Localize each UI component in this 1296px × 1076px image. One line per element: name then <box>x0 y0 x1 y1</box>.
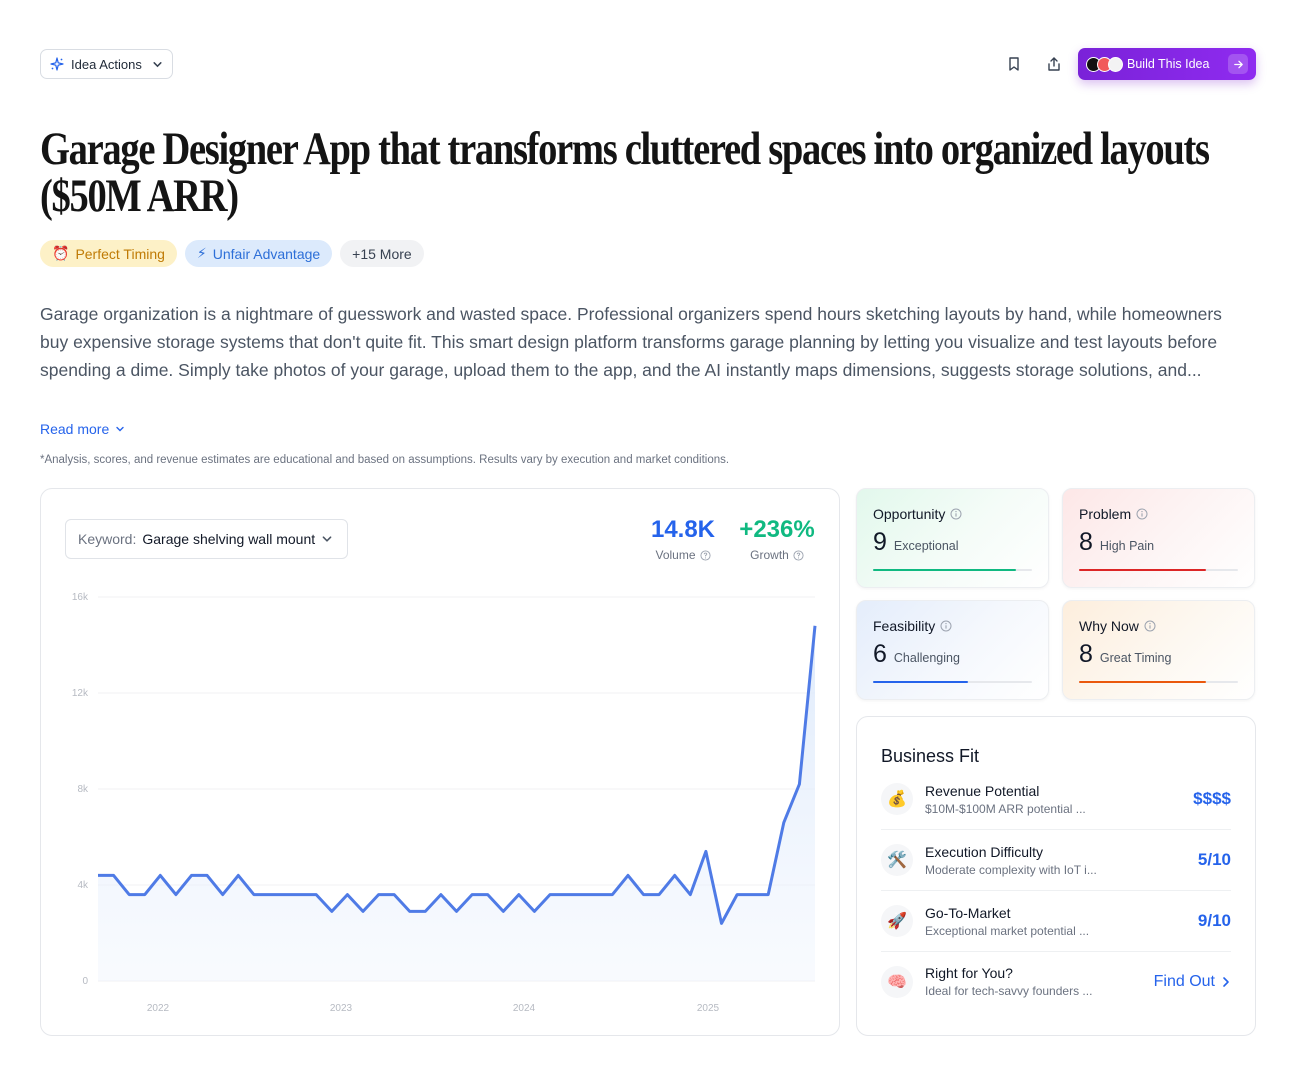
score-value: 9 <box>873 528 887 556</box>
score-bar-fill <box>873 569 1017 571</box>
x-tick-label: 2023 <box>330 1003 353 1014</box>
chevron-down-icon <box>115 424 125 434</box>
fit-desc: Exceptional market potential ... <box>925 923 1090 938</box>
info-icon[interactable] <box>950 508 962 520</box>
read-more-label: Read more <box>40 421 110 437</box>
execution-difficulty-row[interactable]: 🛠️ Execution Difficulty Moderate complex… <box>881 830 1231 891</box>
x-tick-label: 2022 <box>147 1003 170 1014</box>
info-icon[interactable] <box>940 620 952 632</box>
fit-value: $$$$ <box>1193 789 1231 808</box>
bookmark-icon <box>1006 56 1022 72</box>
rocket-icon: 🚀 <box>881 905 913 937</box>
tag-more[interactable]: +15 More <box>340 240 424 267</box>
score-title: Feasibility <box>873 618 936 634</box>
go-to-market-row[interactable]: 🚀 Go-To-Market Exceptional market potent… <box>881 891 1231 952</box>
idea-actions-label: Idea Actions <box>71 56 142 72</box>
bookmark-button[interactable] <box>1000 48 1028 80</box>
info-icon[interactable] <box>1144 620 1156 632</box>
score-label: Challenging <box>893 651 960 665</box>
alarm-clock-icon: ⏰ <box>52 245 70 261</box>
arrow-right-icon <box>1228 54 1248 74</box>
score-bar-fill <box>1079 569 1207 571</box>
score-title: Why Now <box>1079 618 1139 634</box>
fit-value: 9/10 <box>1197 911 1231 930</box>
x-tick-label: 2024 <box>513 1003 536 1014</box>
sparkle-icon <box>50 57 64 71</box>
y-tick-label: 0 <box>82 976 88 987</box>
why-now-card[interactable]: Why Now 8 Great Timing <box>1062 600 1255 700</box>
score-value: 6 <box>873 640 887 668</box>
score-value: 8 <box>1079 640 1093 668</box>
score-label: High Pain <box>1099 539 1155 553</box>
problem-card[interactable]: Problem 8 High Pain <box>1062 488 1255 588</box>
logo-icon <box>1108 56 1123 72</box>
score-title: Opportunity <box>873 506 946 522</box>
score-bar-fill <box>873 681 969 683</box>
fit-name: Right for You? <box>925 965 1013 981</box>
score-value: 8 <box>1079 528 1093 556</box>
score-bar <box>873 681 1032 683</box>
money-bag-icon: 💰 <box>881 783 913 815</box>
score-label: Great Timing <box>1099 651 1172 665</box>
tag-label: Perfect Timing <box>75 245 165 262</box>
score-bar-fill <box>1079 681 1207 683</box>
chevron-down-icon <box>152 59 163 70</box>
trend-chart: 0 4k 8k 12k 16k 2022 2023 2024 2025 <box>72 592 817 1014</box>
build-this-idea-button[interactable]: Build This Idea <box>1078 48 1256 80</box>
brain-icon: 🧠 <box>881 965 913 998</box>
tag-unfair-advantage[interactable]: ⚡ Unfair Advantage <box>184 240 333 267</box>
y-tick-label: 12k <box>72 688 89 699</box>
idea-actions-button[interactable]: Idea Actions <box>40 49 173 79</box>
tools-icon: 🛠️ <box>881 844 913 876</box>
disclaimer: *Analysis, scores, and revenue estimates… <box>40 454 730 466</box>
score-title: Problem <box>1079 506 1132 522</box>
score-bar <box>1079 681 1238 683</box>
tag-perfect-timing[interactable]: ⏰ Perfect Timing <box>40 240 177 267</box>
trend-chart-card: Keyword: Garage shelving wall mount 14.8… <box>40 488 840 1036</box>
score-bar <box>1079 569 1238 571</box>
tag-label: Unfair Advantage <box>212 245 321 262</box>
fit-name: Go-To-Market <box>925 904 1011 921</box>
tag-label: +15 More <box>352 245 412 262</box>
read-more-link[interactable]: Read more <box>40 421 125 437</box>
y-tick-label: 4k <box>77 880 89 891</box>
y-tick-label: 16k <box>72 592 89 603</box>
fit-desc: $10M-$100M ARR potential ... <box>925 801 1086 816</box>
y-tick-label: 8k <box>77 784 89 795</box>
share-button[interactable] <box>1040 48 1068 80</box>
fit-desc: Moderate complexity with IoT i... <box>925 862 1097 877</box>
build-this-idea-label: Build This Idea <box>1127 57 1210 71</box>
info-icon[interactable] <box>1136 508 1148 520</box>
page-title: Garage Designer App that transforms clut… <box>40 123 1210 222</box>
revenue-potential-row[interactable]: 💰 Revenue Potential $10M-$100M ARR poten… <box>881 769 1231 830</box>
idea-description: Garage organization is a nightmare of gu… <box>40 304 1222 380</box>
feasibility-card[interactable]: Feasibility 6 Challenging <box>856 600 1049 700</box>
fit-name: Execution Difficulty <box>925 843 1044 860</box>
score-bar <box>873 569 1032 571</box>
opportunity-card[interactable]: Opportunity 9 Exceptional <box>856 488 1049 588</box>
find-out-label: Find Out <box>1153 972 1215 990</box>
share-icon <box>1046 56 1062 72</box>
right-for-you-row[interactable]: 🧠 Right for You? Ideal for tech-savvy fo… <box>881 951 1231 1012</box>
x-tick-label: 2025 <box>697 1003 720 1014</box>
chevron-right-icon <box>1221 976 1231 988</box>
chart-area <box>98 625 815 981</box>
business-fit-card: Business Fit 💰 Revenue Potential $10M-$1… <box>856 716 1256 1036</box>
tag-list: ⏰ Perfect Timing ⚡ Unfair Advantage +15 … <box>40 240 424 267</box>
fit-name: Revenue Potential <box>925 782 1040 799</box>
lightning-icon: ⚡ <box>196 245 207 261</box>
find-out-link[interactable]: Find Out <box>1154 973 1231 991</box>
fit-value: 5/10 <box>1197 850 1231 869</box>
fit-desc: Ideal for tech-savvy founders ... <box>925 984 1093 998</box>
business-fit-title: Business Fit <box>881 746 980 766</box>
score-label: Exceptional <box>893 539 959 553</box>
tool-logos <box>1086 56 1123 72</box>
